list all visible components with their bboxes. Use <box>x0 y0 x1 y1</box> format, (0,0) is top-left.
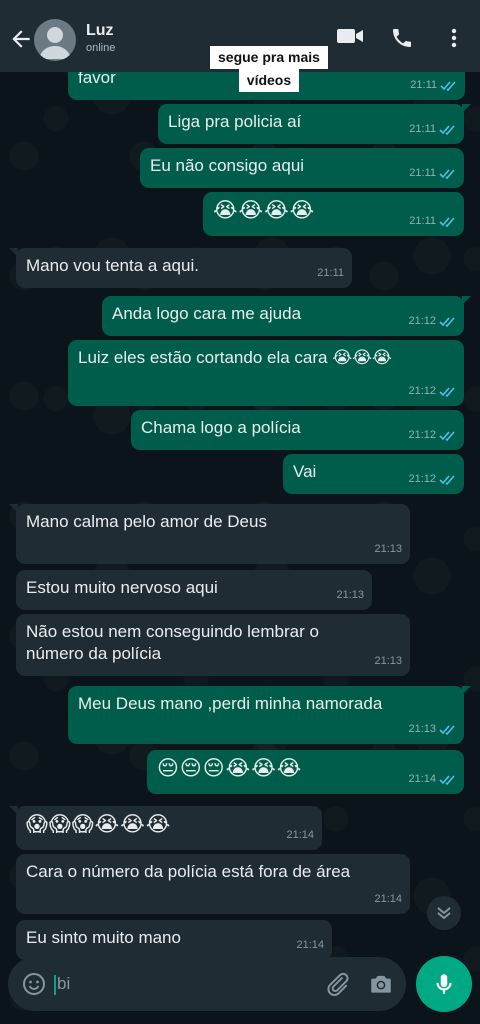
overlay-caption: segue pra mais vídeos <box>210 46 328 92</box>
message-meta: 21:11 <box>317 262 344 284</box>
message-meta: 21:12 <box>408 380 456 402</box>
double-check-icon <box>439 386 455 397</box>
message-meta: 21:11 <box>409 210 456 232</box>
message-text: 😔😔😔😭😭😭 <box>157 756 303 780</box>
message-meta: 21:13 <box>374 650 402 672</box>
message-bubble-out[interactable]: Meu Deus mano ,perdi minha namorada 21:1… <box>68 686 471 744</box>
scroll-down-button[interactable] <box>427 896 461 930</box>
message-bubble-in[interactable]: Mano vou tenta a aqui. 21:11 <box>9 248 352 288</box>
message-time: 21:11 <box>409 167 436 179</box>
message-time: 21:12 <box>408 385 436 397</box>
message-time: 21:11 <box>409 123 436 135</box>
message-meta: 21:14 <box>374 888 402 910</box>
double-check-icon <box>440 80 456 91</box>
message-time: 21:14 <box>286 829 314 841</box>
message-text: Mano vou tenta a aqui. <box>26 256 199 275</box>
message-text: Eu sinto muito mano <box>26 928 181 947</box>
message-time: 21:13 <box>374 655 402 667</box>
message-time: 21:11 <box>317 267 344 279</box>
overlay-caption-line2: vídeos <box>238 69 300 92</box>
message-text: Estou muito nervoso aqui <box>26 578 218 597</box>
message-input[interactable]: bi <box>54 974 70 995</box>
message-bubble-in[interactable]: 😱😱😱😭😭😭 21:14 <box>9 806 322 850</box>
message-text: Vai <box>293 462 317 481</box>
double-check-icon <box>439 124 455 135</box>
message-time: 21:14 <box>296 939 324 951</box>
message-bubble-out[interactable]: Vai 21:12 <box>283 454 464 494</box>
message-time: 21:13 <box>374 543 402 555</box>
message-bubble-in[interactable]: Não estou nem conseguindo lembrar o núme… <box>16 614 410 676</box>
message-text: Eu não consigo aqui <box>150 156 305 175</box>
message-meta: 21:14 <box>296 934 324 956</box>
message-bubble-out[interactable]: Liga pra policia aí 21:11 <box>158 104 471 144</box>
double-check-icon <box>439 474 455 485</box>
attach-icon[interactable] <box>324 971 350 997</box>
message-composer: bi <box>8 957 406 1011</box>
message-text: 😱😱😱😭😭😭 <box>26 812 172 836</box>
message-meta: 21:12 <box>408 468 456 490</box>
message-text: 😭😭😭😭 <box>213 198 316 222</box>
message-time: 21:11 <box>410 79 437 91</box>
message-meta: 21:11 <box>409 118 456 140</box>
message-meta: 21:14 <box>408 768 456 790</box>
more-options-icon[interactable] <box>444 26 464 50</box>
message-time: 21:12 <box>408 429 436 441</box>
message-meta: 21:14 <box>286 824 314 846</box>
message-bubble-in[interactable]: Eu sinto muito mano 21:14 <box>16 920 332 960</box>
message-bubble-out[interactable]: 😔😔😔😭😭😭 21:14 <box>147 750 464 794</box>
message-time: 21:14 <box>408 773 436 785</box>
voice-record-button[interactable] <box>416 956 472 1012</box>
double-check-icon <box>439 724 455 735</box>
message-meta: 21:13 <box>408 718 456 740</box>
message-text: Cara o número da polícia está fora de ár… <box>26 862 351 881</box>
message-bubble-in[interactable]: Mano calma pelo amor de Deus 21:13 <box>9 504 410 564</box>
message-time: 21:11 <box>409 215 436 227</box>
double-check-icon <box>439 316 455 327</box>
emoji-icon[interactable] <box>22 972 46 996</box>
avatar-icon[interactable] <box>34 19 76 61</box>
message-meta: 21:11 <box>410 74 457 96</box>
message-meta: 21:13 <box>336 584 364 606</box>
message-meta: 21:13 <box>374 538 402 560</box>
contact-status: online <box>86 42 116 54</box>
message-text: Chama logo a polícia <box>141 418 301 437</box>
message-text: Anda logo cara me ajuda <box>112 304 302 323</box>
text-caret <box>54 974 56 995</box>
message-input-value: bi <box>57 974 71 993</box>
message-bubble-in[interactable]: Estou muito nervoso aqui 21:13 <box>16 570 372 610</box>
message-bubble-out[interactable]: 😭😭😭😭 21:11 <box>203 192 464 236</box>
message-bubble-out[interactable]: Anda logo cara me ajuda 21:12 <box>102 296 471 336</box>
double-check-icon <box>439 774 455 785</box>
contact-name[interactable]: Luz <box>86 22 114 40</box>
message-text: Mano calma pelo amor de Deus <box>26 512 267 531</box>
message-time: 21:12 <box>408 473 436 485</box>
phone-icon[interactable] <box>390 26 414 50</box>
message-text: Meu Deus mano ,perdi minha namorada <box>78 694 383 713</box>
double-check-icon <box>439 168 455 179</box>
camera-icon[interactable] <box>368 971 394 997</box>
message-bubble-out[interactable]: Luiz eles estão cortando ela cara 😭😭😭 21… <box>68 340 464 406</box>
message-meta: 21:12 <box>408 424 456 446</box>
message-time: 21:13 <box>336 589 364 601</box>
scroll-down-icon <box>437 907 451 920</box>
message-text: Não estou nem conseguindo lembrar o núme… <box>26 622 319 663</box>
message-time: 21:14 <box>374 893 402 905</box>
message-time: 21:13 <box>408 723 436 735</box>
back-arrow-icon[interactable] <box>8 26 34 52</box>
message-bubble-out[interactable]: Eu não consigo aqui 21:11 <box>140 148 464 188</box>
message-text: Liga pra policia aí <box>168 112 302 131</box>
message-time: 21:12 <box>408 315 436 327</box>
video-call-icon[interactable] <box>336 26 364 46</box>
message-meta: 21:12 <box>408 310 456 332</box>
message-meta: 21:11 <box>409 162 456 184</box>
message-text: Luiz eles estão cortando ela cara 😭😭😭 <box>78 348 392 367</box>
double-check-icon <box>439 216 455 227</box>
message-bubble-in[interactable]: Cara o número da polícia está fora de ár… <box>16 854 410 914</box>
message-bubble-out[interactable]: Chama logo a polícia 21:12 <box>131 410 464 450</box>
double-check-icon <box>439 430 455 441</box>
mic-icon <box>436 974 452 994</box>
overlay-caption-line1: segue pra mais <box>210 46 328 69</box>
